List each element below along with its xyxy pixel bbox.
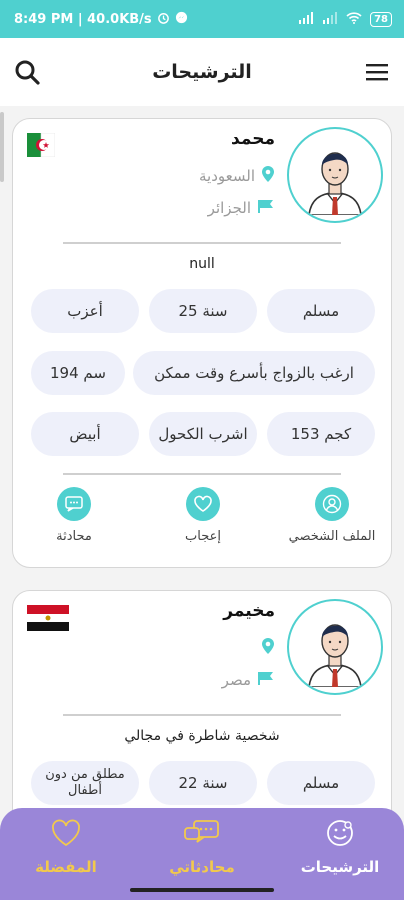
nationality-text: مصر	[221, 671, 251, 689]
menu-icon[interactable]	[362, 57, 392, 87]
alarm-icon	[157, 11, 170, 28]
search-icon[interactable]	[12, 57, 42, 87]
chip-religion: مسلم	[267, 761, 375, 805]
chip-alcohol: اشرب الكحول	[149, 412, 257, 456]
nav-favorites-label: المفضلة	[35, 858, 97, 876]
scrollbar[interactable]	[0, 112, 4, 182]
profile-card[interactable]: محمد السعودية الجزائر null مسلم 25 سنة أ…	[12, 118, 392, 568]
avatar[interactable]	[287, 599, 383, 695]
status-time-speed: 8:49 PM | 40.0KB/s	[14, 11, 152, 27]
chip-marital-status: أعزب	[31, 289, 139, 333]
flag-outline-icon	[257, 199, 275, 217]
page-title: الترشيحات	[152, 61, 252, 83]
nationality-row: مصر	[222, 671, 275, 689]
battery-indicator: 78	[370, 11, 392, 27]
chip-height: 194 سم	[31, 351, 125, 395]
profile-name: مخيمر	[223, 601, 275, 621]
chip-age: 25 سنة	[149, 289, 257, 333]
heart-outline-icon	[50, 818, 82, 852]
nav-chats-label: محادثاتي	[169, 858, 235, 876]
chip-age: 22 سنة	[149, 761, 257, 805]
bottom-navigation: الترشيحات محادثاتي المفضلة	[0, 808, 404, 900]
residence-text: السعودية	[198, 167, 255, 185]
chat-action-button[interactable]: محادثة	[19, 487, 129, 544]
chat-bubble-icon	[182, 818, 222, 852]
chat-icon	[57, 487, 91, 521]
residence-row: السعودية	[199, 165, 275, 187]
signal-icon	[298, 11, 314, 27]
divider	[63, 473, 341, 475]
egypt-flag-icon	[27, 605, 69, 631]
signal-icon-2	[322, 11, 338, 27]
nav-chats[interactable]: محادثاتي	[142, 818, 262, 876]
chip-marriage-goal: ارغب بالزواج بأسرع وقت ممكن	[133, 351, 375, 395]
profile-name: محمد	[231, 129, 275, 149]
nationality-row: الجزائر	[208, 199, 275, 217]
divider	[63, 714, 341, 716]
heart-icon	[186, 487, 220, 521]
nationality-text: الجزائر	[207, 199, 251, 217]
chat-action-label: محادثة	[56, 529, 92, 544]
algeria-flag-icon	[27, 132, 69, 159]
chip-weight: 153 كجم	[267, 412, 375, 456]
smiley-icon	[325, 818, 355, 852]
like-action-button[interactable]: إعجاب	[148, 487, 258, 544]
chip-religion: مسلم	[267, 289, 375, 333]
flag-outline-icon	[257, 671, 275, 689]
location-pin-icon	[261, 165, 275, 187]
location-pin-icon	[261, 637, 275, 659]
like-action-label: إعجاب	[185, 529, 221, 544]
avatar[interactable]	[287, 127, 383, 223]
profile-action-button[interactable]: الملف الشخصي	[277, 487, 387, 544]
home-indicator[interactable]	[130, 888, 274, 892]
chip-skin-color: أبيض	[31, 412, 139, 456]
nav-recommendations-label: الترشيحات	[300, 858, 380, 876]
status-bar: 8:49 PM | 40.0KB/s 78	[0, 0, 404, 38]
wifi-icon	[346, 11, 362, 27]
nav-recommendations[interactable]: الترشيحات	[280, 818, 400, 876]
divider	[63, 242, 341, 244]
nav-favorites[interactable]: المفضلة	[6, 818, 126, 876]
bio-text: شخصية شاطرة في مجالي	[124, 728, 280, 744]
app-bar: الترشيحات	[0, 38, 404, 106]
messenger-icon	[175, 11, 188, 28]
residence-row	[255, 637, 275, 659]
profile-action-label: الملف الشخصي	[288, 529, 376, 544]
chip-marital-status: مطلق من دون أطفال	[31, 761, 139, 805]
bio-text: null	[189, 256, 215, 272]
user-icon	[315, 487, 349, 521]
